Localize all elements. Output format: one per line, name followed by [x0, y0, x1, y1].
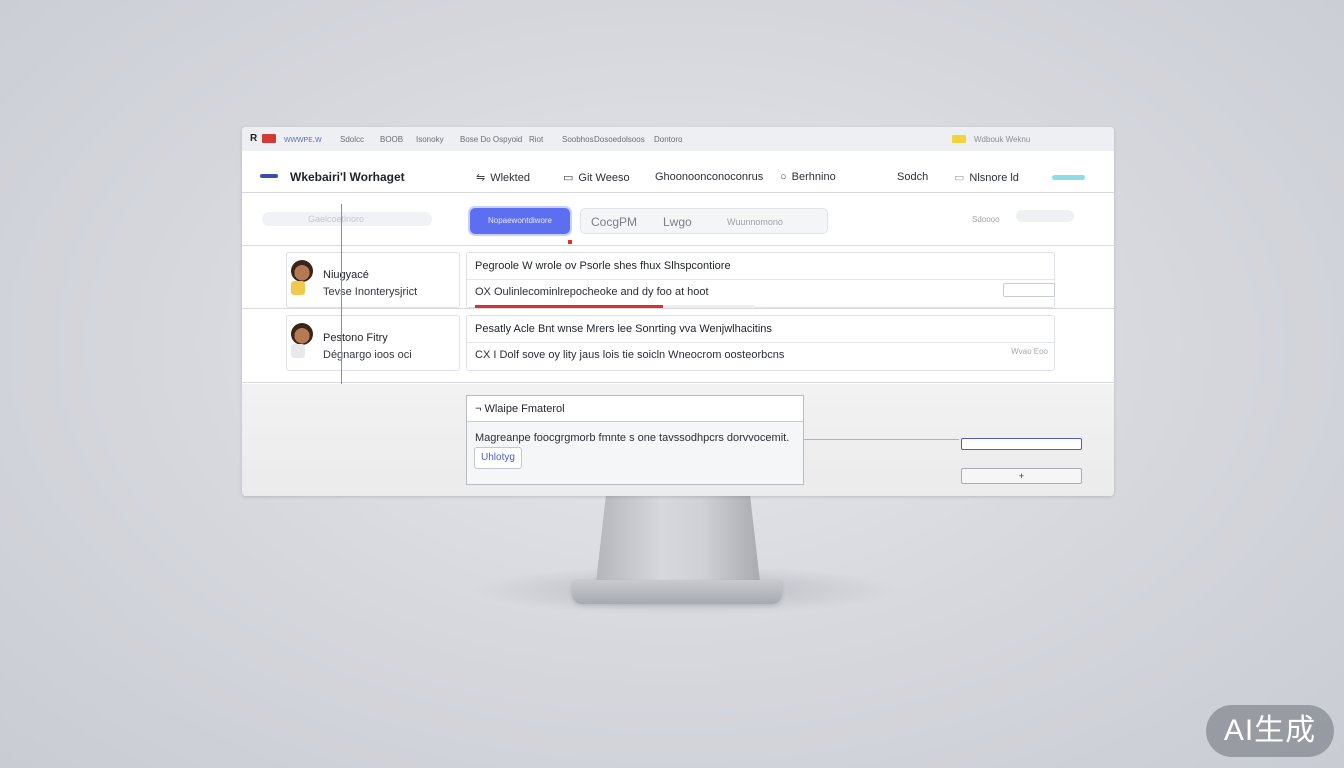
tab-item[interactable]: Wuunnomono: [727, 217, 783, 227]
nav-item-berhnino[interactable]: ○ Berhnino: [780, 171, 836, 183]
nav-label: Berhnino: [791, 171, 836, 183]
tab-item[interactable]: Lwgo: [663, 215, 692, 229]
nav-label: Wlekted: [490, 172, 530, 184]
image-icon: ▭: [954, 172, 965, 184]
circle-icon: ○: [780, 171, 787, 183]
add-field[interactable]: +: [961, 468, 1082, 484]
extension-label: Wdbouk Weknu: [974, 135, 1031, 144]
brand-logo-icon: [260, 174, 278, 178]
person-name: Niugyacé: [323, 269, 369, 281]
bookmark-item[interactable]: Dontoro: [654, 135, 682, 144]
ai-generated-watermark: AI生成: [1206, 705, 1334, 757]
tag-icon: [291, 281, 305, 295]
nav-item-6[interactable]: ▭ Nlsnore ld: [954, 171, 1019, 184]
browser-logo: R: [250, 133, 258, 144]
sliders-icon: ⇋: [476, 172, 486, 184]
bookmark-item[interactable]: Soobhos: [562, 135, 594, 144]
marker-icon: [568, 240, 572, 244]
person-subtitle: Dégnargo ioos oci: [323, 349, 412, 361]
app-name: Wkebairi'l Worhaget: [290, 170, 405, 184]
detail-card[interactable]: Pegroole W wrole ov Psorle shes fhux Slh…: [466, 252, 1055, 308]
dialog-button[interactable]: Uhlotyg: [474, 447, 522, 469]
nav-label: Ghoonoonconoconrus: [655, 171, 764, 183]
nav-item-3[interactable]: Ghoonoonconoconrus: [655, 171, 763, 183]
detail-body: OX Oulinlecominlrepocheoke and dy foo at…: [475, 286, 709, 298]
browser-bookmarks-bar: R ᴡᴡᴡᴘᴇ.ᴡ Sdolcc BOOB Isonoky Bose Do Os…: [242, 127, 1114, 152]
footer-panel: ¬ Wlaipe Fmaterol Magreanpe foocgrgmorb …: [242, 384, 1114, 496]
connector-line: [804, 439, 959, 440]
monitor-screen: R ᴡᴡᴡᴘᴇ.ᴡ Sdolcc BOOB Isonoky Bose Do Os…: [242, 127, 1114, 496]
bookmark-item[interactable]: Sdolcc: [340, 135, 364, 144]
bookmark-item[interactable]: BOOB: [380, 135, 403, 144]
dialog-header: ¬ Wlaipe Fmaterol: [467, 396, 803, 422]
row-action-input[interactable]: [1003, 283, 1055, 297]
search-input[interactable]: Gaelcoetlnoro: [262, 212, 432, 226]
extension-icon[interactable]: [952, 135, 966, 143]
person-name: Pestono Fitry: [323, 332, 388, 344]
avatar: [291, 260, 313, 282]
nav-item-sodch[interactable]: Sodch: [897, 171, 928, 183]
bookmark-item[interactable]: Bose Do Ospyoid: [460, 135, 522, 144]
person-card[interactable]: Pestono Fitry Dégnargo ioos oci: [286, 315, 460, 371]
detail-title: Pesatly Acle Bnt wnse Mrers lee Sonrting…: [467, 316, 1054, 343]
progress-fill: [475, 305, 663, 308]
detail-card[interactable]: Pesatly Acle Bnt wnse Mrers lee Sonrting…: [466, 315, 1055, 371]
table-row: Pestono Fitry Dégnargo ioos oci Pesatly …: [242, 309, 1114, 383]
avatar: [291, 323, 313, 345]
tab-group: CocgPM Lwgo Wuunnomono: [580, 208, 828, 234]
toolbar-right-label: Sdoooo: [972, 215, 1000, 224]
detail-body: CX I Dolf sove oy lity jaus lois tie soi…: [475, 349, 785, 361]
nav-label: Git Weeso: [578, 172, 630, 184]
person-card[interactable]: Niugyacé Tevse Inonterysjrict: [286, 252, 460, 308]
toolbar-right-control[interactable]: [1016, 210, 1074, 222]
nav-label: Nlsnore ld: [969, 172, 1019, 184]
folder-icon: ▭: [563, 172, 574, 184]
app-header: Wkebairi'l Worhaget ⇋ Wlekted ▭ Git Weeso …: [242, 151, 1114, 193]
nav-label: Sodch: [897, 171, 929, 183]
dialog-body: Magreanpe foocgrgmorb fmnte s one tavsso…: [475, 432, 790, 444]
nav-item-git-weeso[interactable]: ▭ Git Weeso: [563, 171, 630, 184]
bookmark-item[interactable]: Isonoky: [416, 135, 444, 144]
bookmark-item[interactable]: Riot: [529, 135, 543, 144]
tab-primary[interactable]: Nopaewontdiwore: [470, 208, 570, 234]
status-pill[interactable]: [1052, 175, 1085, 180]
address-bar[interactable]: ᴡᴡᴡᴘᴇ.ᴡ: [284, 134, 322, 144]
nav-item-wlekted[interactable]: ⇋ Wlekted: [476, 171, 530, 184]
bookmark-item[interactable]: Dosoedolsoos: [594, 135, 645, 144]
toolbar: Gaelcoetlnoro Nopaewontdiwore CocgPM Lwg…: [242, 193, 1114, 246]
table-row: Niugyacé Tevse Inonterysjrict Pegroole W…: [242, 246, 1114, 309]
tag-icon: [291, 344, 305, 358]
detail-meta: Wvao Eoo: [1011, 347, 1048, 356]
person-subtitle: Tevse Inonterysjrict: [323, 286, 418, 298]
dialog-title: Wlaipe Fmaterol: [484, 403, 565, 415]
active-input-field[interactable]: [961, 438, 1082, 450]
monitor-stand-base: [572, 580, 782, 604]
guide-line: [341, 204, 342, 384]
progress-bar: [475, 305, 755, 308]
tab-item[interactable]: CocgPM: [591, 215, 637, 229]
monitor-stand-neck: [596, 496, 760, 582]
dialog: ¬ Wlaipe Fmaterol Magreanpe foocgrgmorb …: [466, 395, 804, 485]
red-flag-icon: [262, 134, 276, 143]
detail-title: Pegroole W wrole ov Psorle shes fhux Slh…: [467, 253, 1054, 280]
